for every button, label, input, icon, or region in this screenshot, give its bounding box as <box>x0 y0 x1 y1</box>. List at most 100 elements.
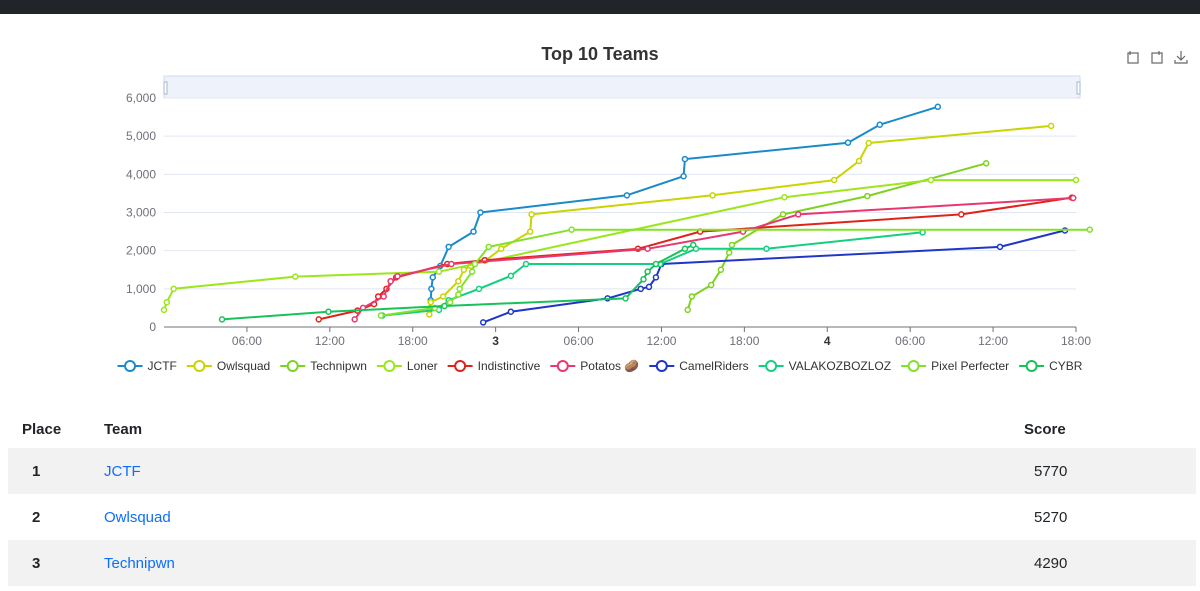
score-header: Score <box>1024 420 1066 438</box>
data-point <box>652 260 660 268</box>
data-point <box>477 209 484 216</box>
data-point <box>680 172 687 180</box>
data-point <box>707 281 715 289</box>
legend-marker <box>286 360 299 372</box>
table-row: 1 JCTF 5770 <box>8 448 1196 494</box>
data-point <box>427 298 434 306</box>
data-point <box>441 302 448 310</box>
data-point <box>455 291 462 298</box>
legend-label[interactable]: Pixel Perfecter <box>931 359 1009 373</box>
legend-marker <box>907 360 920 372</box>
y-tick-label: 2,000 <box>126 244 156 258</box>
data-point <box>763 245 770 253</box>
x-tick-label: 4 <box>824 334 831 348</box>
data-point <box>927 176 935 184</box>
series-line <box>163 179 1076 311</box>
data-point <box>725 249 733 256</box>
data-point <box>528 211 535 218</box>
data-point <box>688 293 696 300</box>
data-point <box>645 283 653 291</box>
data-point <box>292 273 299 280</box>
data-point <box>507 272 515 280</box>
data-point <box>830 176 838 184</box>
data-point <box>640 276 647 283</box>
data-point <box>394 272 401 280</box>
data-point <box>1047 122 1055 130</box>
series-line <box>353 197 1074 320</box>
x-tick-label: 06:00 <box>564 334 594 348</box>
data-point <box>377 312 385 319</box>
y-tick-label: 3,000 <box>126 206 156 220</box>
data-point <box>426 311 433 318</box>
data-zoom-slider[interactable] <box>163 75 1081 99</box>
data-point <box>644 268 651 275</box>
data-point <box>445 243 452 251</box>
data-point <box>470 228 477 235</box>
data-point <box>475 285 483 293</box>
data-point <box>864 192 871 200</box>
y-tick-label: 6,000 <box>126 91 156 105</box>
y-tick-label: 4,000 <box>126 167 156 181</box>
legend-label[interactable]: CamelRiders <box>679 359 748 373</box>
legend-label[interactable]: Indistinctive <box>478 359 541 373</box>
data-point <box>522 260 530 268</box>
data-point <box>681 155 689 163</box>
data-point <box>717 266 725 273</box>
place-cell: 1 <box>8 448 104 494</box>
legend-label[interactable]: VALAKOZBOZLOZ <box>789 359 891 373</box>
legend-label[interactable]: JCTF <box>148 359 177 373</box>
x-tick-label: 12:00 <box>978 334 1008 348</box>
legend-marker <box>383 360 396 372</box>
data-point <box>455 277 462 285</box>
data-point <box>479 319 487 326</box>
data-point <box>728 241 736 249</box>
series-line <box>428 105 939 310</box>
data-point <box>1086 226 1094 233</box>
team-link[interactable]: Owlsquad <box>104 509 171 526</box>
data-point <box>689 241 697 249</box>
data-point <box>448 260 455 268</box>
data-point <box>795 211 802 218</box>
score-cell: 4290 <box>1024 540 1196 586</box>
data-point <box>507 308 515 315</box>
x-tick-label: 12:00 <box>646 334 676 348</box>
team-link[interactable]: Technipwn <box>104 555 175 572</box>
legend-marker <box>556 360 569 372</box>
team-link[interactable]: JCTF <box>104 463 141 480</box>
data-point <box>622 295 629 302</box>
data-point <box>468 268 476 275</box>
data-point <box>644 245 651 253</box>
data-point <box>709 192 716 199</box>
legend-marker <box>1025 360 1038 372</box>
data-point <box>325 308 332 315</box>
legend-label[interactable]: Owlsquad <box>217 359 270 373</box>
legend-label[interactable]: Loner <box>407 359 438 373</box>
data-point <box>855 157 863 165</box>
data-point <box>387 277 394 285</box>
x-tick-label: 06:00 <box>232 334 262 348</box>
legend-label[interactable]: Technipwn <box>310 359 367 373</box>
data-point <box>779 211 787 218</box>
data-point <box>380 293 387 300</box>
data-point <box>876 121 884 128</box>
data-point <box>471 260 479 268</box>
data-point <box>1072 176 1080 184</box>
data-point <box>637 285 644 293</box>
place-header: Place <box>22 420 62 438</box>
slider-handle-right[interactable] <box>1076 81 1081 95</box>
table-row: 2 Owlsquad 5270 <box>8 494 1196 540</box>
slider-handle-left[interactable] <box>163 81 168 95</box>
legend-label[interactable]: Potatos 🥔 <box>580 359 639 373</box>
scoreboard-header-row: Place Team Score <box>8 410 1196 448</box>
legend-marker <box>124 360 137 372</box>
y-tick-label: 1,000 <box>126 282 156 296</box>
x-tick-label: 18:00 <box>1061 334 1091 348</box>
data-point <box>497 245 505 253</box>
data-point <box>623 192 631 199</box>
data-point <box>160 306 168 314</box>
data-point <box>652 274 660 281</box>
data-point <box>982 160 990 167</box>
legend-marker <box>765 360 778 372</box>
data-point <box>526 228 534 235</box>
legend-label[interactable]: CYBR <box>1049 359 1083 373</box>
